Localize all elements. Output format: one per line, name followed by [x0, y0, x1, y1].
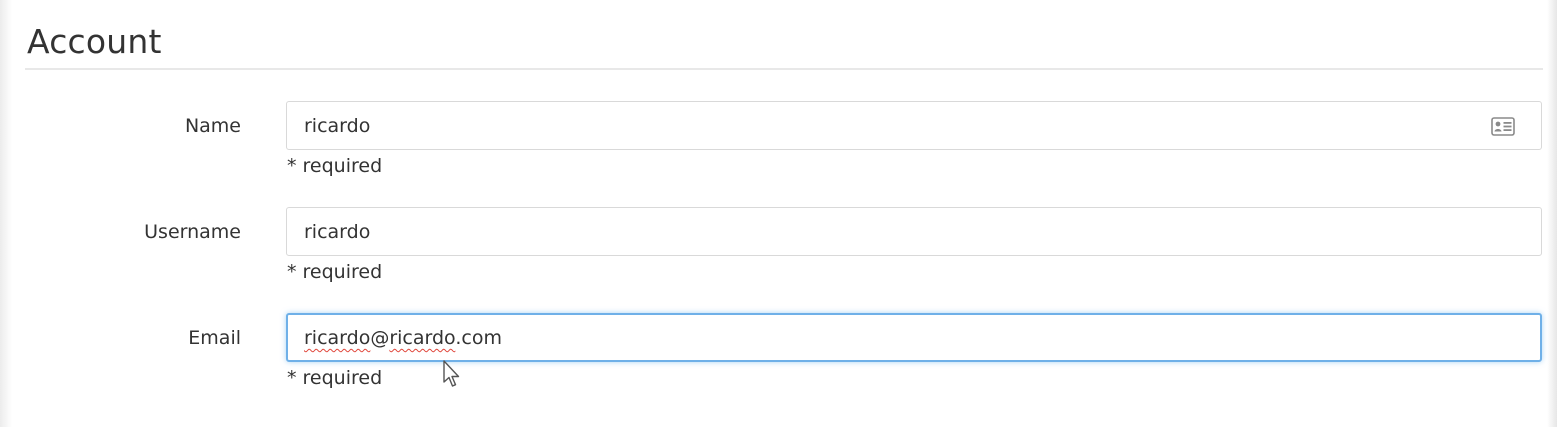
email-tld-part: .com [455, 327, 502, 349]
email-required-hint: * required [287, 367, 383, 389]
username-input-value: ricardo [304, 221, 371, 243]
name-input[interactable]: ricardo [286, 101, 1542, 150]
account-form-page: Account Name ricardo * required Username… [0, 0, 1557, 427]
contact-card-icon[interactable] [1491, 117, 1515, 136]
section-title: Account [27, 22, 162, 61]
email-input-value: ricardo@ricardo.com [304, 315, 502, 362]
username-label: Username [144, 221, 241, 243]
right-edge-shadow [1547, 0, 1557, 427]
email-domain-part: ricardo [389, 327, 456, 349]
username-required-hint: * required [287, 261, 383, 283]
email-label: Email [188, 327, 241, 349]
email-user-part: ricardo [304, 327, 371, 349]
name-required-hint: * required [287, 155, 383, 177]
username-input[interactable]: ricardo [286, 207, 1542, 256]
name-input-value: ricardo [304, 115, 371, 137]
name-label: Name [184, 115, 241, 137]
mouse-pointer-icon [443, 360, 460, 387]
email-input[interactable]: ricardo@ricardo.com [286, 313, 1542, 362]
section-divider [25, 68, 1543, 70]
left-edge-shadow [0, 0, 12, 427]
email-at-sign: @ [370, 327, 390, 349]
